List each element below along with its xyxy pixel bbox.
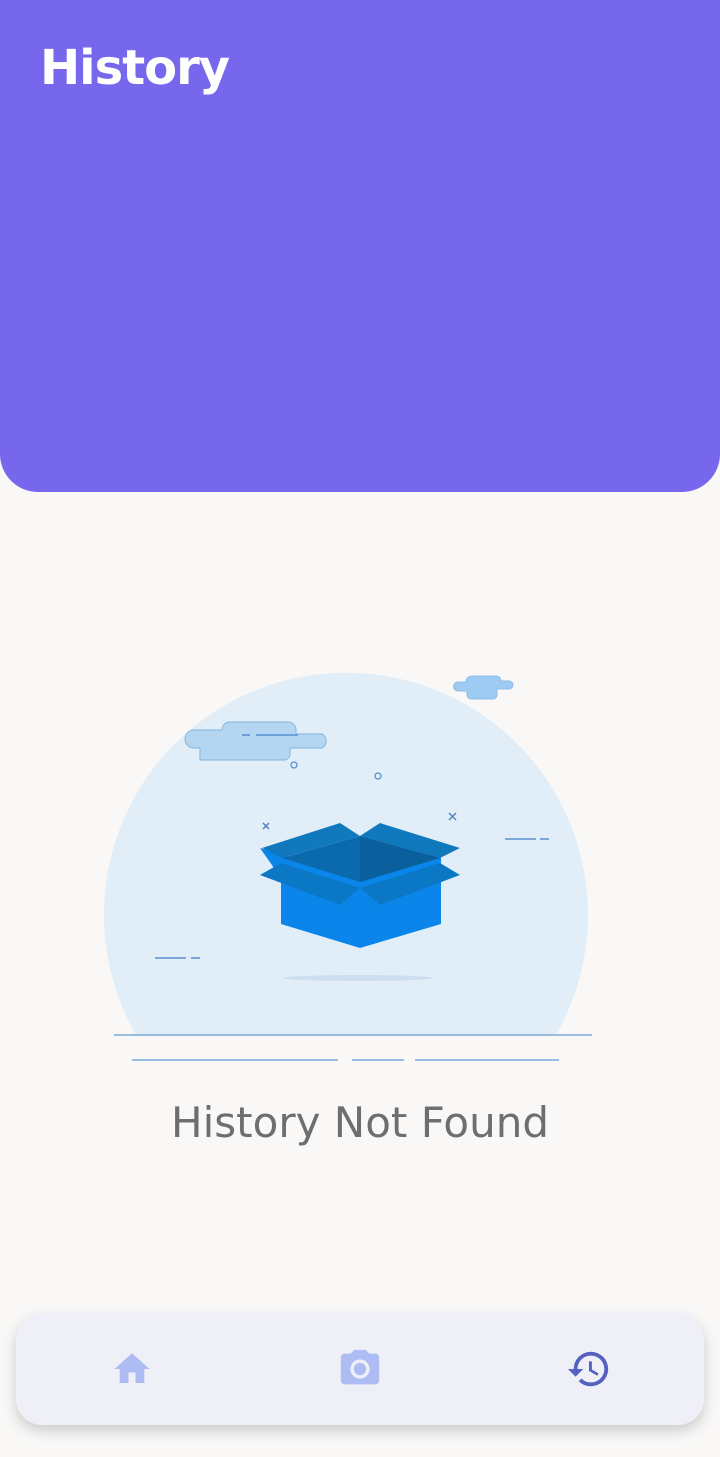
nav-home-button[interactable] (106, 1343, 158, 1395)
history-icon (567, 1351, 609, 1387)
empty-state-message: History Not Found (171, 1098, 549, 1147)
cloud-right-icon (453, 675, 514, 700)
home-icon (114, 1353, 150, 1383)
bottom-navigation (16, 1313, 704, 1425)
empty-box-illustration (104, 672, 592, 1061)
nav-history-button[interactable] (563, 1343, 615, 1395)
camera-icon (340, 1349, 380, 1385)
app-header: History (0, 0, 720, 492)
nav-camera-button[interactable] (334, 1343, 386, 1395)
page-title: History (40, 40, 230, 96)
